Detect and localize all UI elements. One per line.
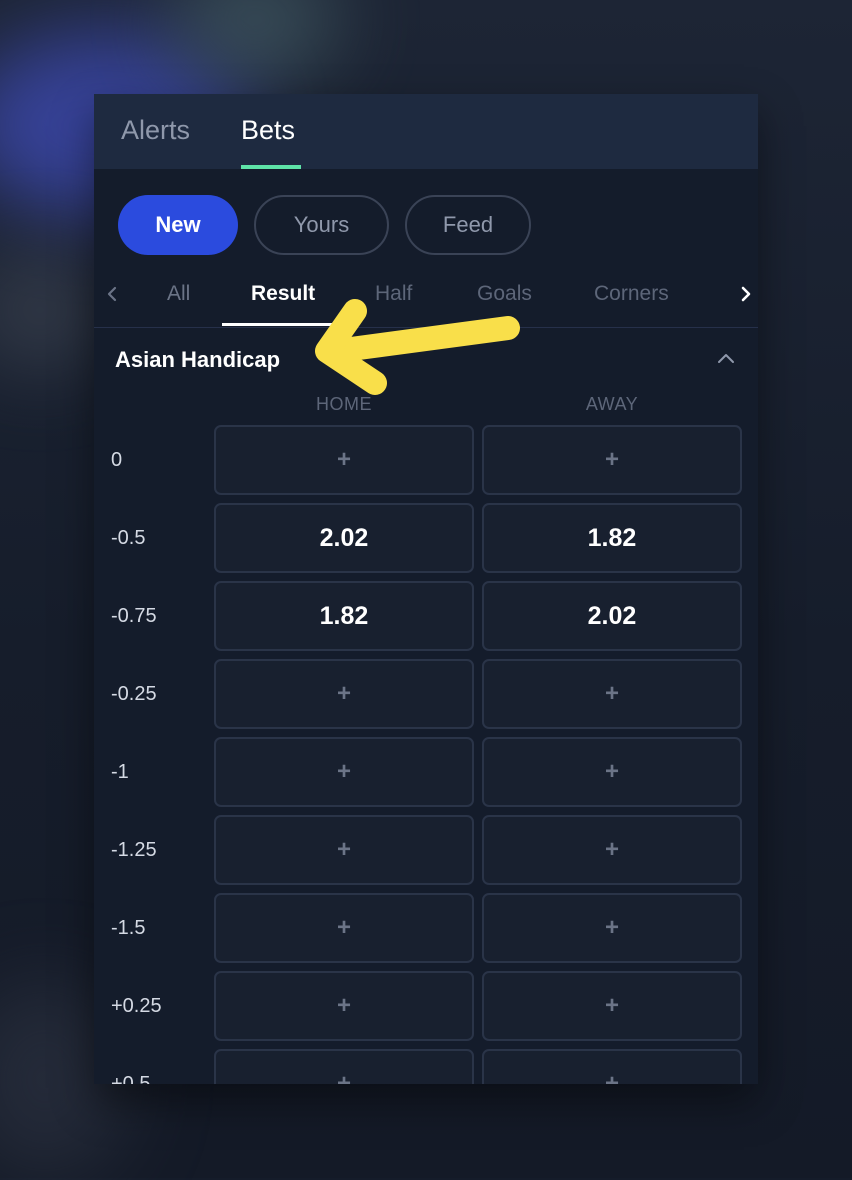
active-market-tab-indicator: [222, 323, 348, 326]
column-header-home: HOME: [316, 394, 372, 414]
home-odds-button[interactable]: 2.02: [214, 503, 474, 573]
add-odds-icon: +: [336, 446, 351, 473]
home-odds-button[interactable]: +: [214, 737, 474, 807]
active-tab-indicator: [241, 165, 301, 169]
home-odds-button[interactable]: +: [214, 425, 474, 495]
filter-new-button[interactable]: New: [118, 195, 238, 255]
handicap-row: +0.25 + +: [94, 971, 758, 1049]
add-odds-icon: +: [604, 914, 619, 941]
handicap-line-label: +0.25: [111, 995, 162, 1017]
market-tab-half[interactable]: Half: [375, 280, 412, 308]
add-odds-icon: +: [336, 914, 351, 941]
handicap-line-label: -0.75: [111, 605, 157, 627]
away-odds-button[interactable]: 2.02: [482, 581, 742, 651]
handicap-row: +0.5 + +: [94, 1049, 758, 1084]
home-odds-button[interactable]: +: [214, 815, 474, 885]
top-tab-bar: Alerts Bets: [94, 94, 758, 169]
market-tab-corners[interactable]: Corners: [594, 280, 669, 308]
add-odds-icon: +: [336, 992, 351, 1019]
add-odds-icon: +: [336, 680, 351, 707]
handicap-line-label: -1.25: [111, 839, 157, 861]
away-odds-button[interactable]: +: [482, 737, 742, 807]
handicap-line-label: -1.5: [111, 917, 146, 939]
handicap-row: -0.25 + +: [94, 659, 758, 737]
market-tab-all[interactable]: All: [167, 280, 190, 308]
add-odds-icon: +: [604, 680, 619, 707]
chevron-left-icon[interactable]: [100, 279, 124, 309]
bets-panel: Alerts Bets New Yours Feed All Result Ha…: [94, 94, 758, 1084]
away-odds-button[interactable]: +: [482, 659, 742, 729]
handicap-row: -1.25 + +: [94, 815, 758, 893]
home-odds-button[interactable]: +: [214, 1049, 474, 1084]
add-odds-icon: +: [604, 1070, 619, 1084]
odds-value: 2.02: [319, 523, 369, 552]
column-header-away: AWAY: [585, 394, 639, 414]
market-title: Asian Handicap: [115, 347, 281, 372]
handicap-row: -0.5 2.02 1.82: [94, 503, 758, 581]
away-odds-button[interactable]: +: [482, 1049, 742, 1084]
add-odds-icon: +: [336, 836, 351, 863]
add-odds-icon: +: [604, 836, 619, 863]
handicap-line-label: 0: [111, 449, 123, 471]
chevron-up-icon[interactable]: [714, 349, 738, 367]
handicap-line-label: +0.5: [111, 1073, 151, 1084]
home-odds-button[interactable]: +: [214, 659, 474, 729]
add-odds-icon: +: [336, 758, 351, 785]
home-odds-button[interactable]: +: [214, 893, 474, 963]
chevron-right-icon[interactable]: [734, 279, 758, 309]
away-odds-button[interactable]: +: [482, 893, 742, 963]
handicap-row: 0 + +: [94, 425, 758, 503]
away-odds-button[interactable]: +: [482, 815, 742, 885]
market-tab-goals[interactable]: Goals: [477, 280, 532, 308]
handicap-line-label: -1: [111, 761, 129, 783]
add-odds-icon: +: [604, 758, 619, 785]
home-odds-button[interactable]: 1.82: [214, 581, 474, 651]
add-odds-icon: +: [604, 446, 619, 473]
add-odds-icon: +: [604, 992, 619, 1019]
filter-yours-button[interactable]: Yours: [254, 195, 389, 255]
handicap-row: -1 + +: [94, 737, 758, 815]
handicap-rows: 0 + + -0.5 2.02 1.82 -0.75 1.82 2.02 -0.25 + + -1 + + -…: [94, 425, 758, 1084]
away-odds-button[interactable]: +: [482, 971, 742, 1041]
market-tab-result[interactable]: Result: [251, 280, 315, 308]
handicap-row: -1.5 + +: [94, 893, 758, 971]
tab-divider: [94, 327, 758, 328]
odds-value: 1.82: [587, 523, 637, 552]
odds-value: 2.02: [587, 601, 637, 630]
handicap-row: -0.75 1.82 2.02: [94, 581, 758, 659]
filter-feed-button[interactable]: Feed: [405, 195, 531, 255]
away-odds-button[interactable]: 1.82: [482, 503, 742, 573]
handicap-line-label: -0.25: [111, 683, 157, 705]
odds-value: 1.82: [319, 601, 369, 630]
handicap-line-label: -0.5: [111, 527, 146, 549]
home-odds-button[interactable]: +: [214, 971, 474, 1041]
tab-alerts[interactable]: Alerts: [121, 112, 190, 148]
add-odds-icon: +: [336, 1070, 351, 1084]
away-odds-button[interactable]: +: [482, 425, 742, 495]
tab-bets[interactable]: Bets: [241, 112, 295, 148]
